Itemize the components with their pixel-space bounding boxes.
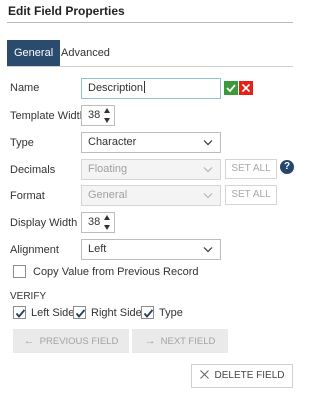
- close-icon: [200, 370, 210, 379]
- confirm-name-button[interactable]: [224, 81, 238, 95]
- decrement-arrow-icon[interactable]: [104, 225, 110, 230]
- display-width-value: 38: [88, 216, 101, 228]
- alignment-select-value: Left: [88, 243, 107, 255]
- cancel-name-button[interactable]: [239, 81, 253, 95]
- chevron-down-icon: [203, 167, 213, 173]
- decimals-select-value: Floating: [88, 163, 128, 175]
- arrow-right-icon: →: [144, 335, 156, 347]
- template-width-stepper[interactable]: 38: [81, 105, 115, 126]
- next-field-label: NEXT FIELD: [160, 336, 216, 347]
- right-side-checkbox[interactable]: [73, 306, 86, 319]
- type-select-value: Character: [88, 136, 137, 148]
- template-width-value: 38: [88, 109, 101, 121]
- decimals-select[interactable]: Floating: [81, 159, 221, 180]
- template-width-label: Template Width: [10, 110, 86, 122]
- delete-field-button[interactable]: DELETE FIELD: [191, 364, 293, 388]
- help-icon[interactable]: ?: [280, 160, 294, 174]
- right-side-label: Right Side: [91, 307, 142, 319]
- check-icon: [143, 309, 154, 318]
- check-icon: [15, 309, 26, 318]
- name-input[interactable]: Description: [81, 78, 221, 99]
- format-select[interactable]: General: [81, 185, 221, 206]
- type-checkbox[interactable]: [141, 306, 154, 319]
- decrement-arrow-icon[interactable]: [104, 118, 110, 123]
- chevron-down-icon: [203, 247, 213, 253]
- format-select-value: General: [88, 189, 128, 201]
- text-caret: [144, 81, 146, 93]
- title-divider: [7, 22, 293, 23]
- display-width-stepper[interactable]: 38: [81, 212, 115, 233]
- type-select[interactable]: Character: [81, 132, 221, 153]
- increment-arrow-icon[interactable]: [104, 215, 110, 220]
- type-verify-label: Type: [159, 307, 183, 319]
- tab-general[interactable]: General: [7, 40, 61, 66]
- name-label: Name: [10, 82, 40, 94]
- chevron-down-icon: [203, 140, 213, 146]
- format-set-all-button[interactable]: SET ALL: [225, 185, 277, 205]
- next-field-button[interactable]: → NEXT FIELD: [132, 329, 228, 353]
- previous-field-label: PREVIOUS FIELD: [39, 336, 119, 347]
- copy-value-checkbox[interactable]: [13, 265, 26, 278]
- left-side-label: Left Side: [31, 307, 75, 319]
- increment-arrow-icon[interactable]: [104, 108, 110, 113]
- tab-divider: [7, 66, 293, 67]
- name-input-value: Description: [88, 82, 144, 94]
- alignment-label: Alignment: [10, 244, 59, 256]
- type-label: Type: [10, 137, 34, 149]
- check-icon: [226, 84, 236, 93]
- tab-advanced[interactable]: Advanced: [54, 40, 117, 66]
- arrow-left-icon: ←: [23, 335, 35, 347]
- copy-value-label: Copy Value from Previous Record: [33, 266, 199, 278]
- format-label: Format: [10, 190, 45, 202]
- close-icon: [241, 83, 251, 93]
- alignment-select[interactable]: Left: [81, 239, 221, 260]
- delete-field-label: DELETE FIELD: [214, 370, 285, 381]
- decimals-set-all-button[interactable]: SET ALL: [225, 159, 277, 179]
- previous-field-button[interactable]: ← PREVIOUS FIELD: [13, 329, 129, 353]
- check-icon: [75, 309, 86, 318]
- chevron-down-icon: [203, 193, 213, 199]
- decimals-label: Decimals: [10, 164, 56, 176]
- dialog-title: Edit Field Properties: [8, 4, 125, 18]
- left-side-checkbox[interactable]: [13, 306, 26, 319]
- verify-heading: VERIFY: [10, 291, 47, 302]
- display-width-label: Display Width: [10, 217, 78, 229]
